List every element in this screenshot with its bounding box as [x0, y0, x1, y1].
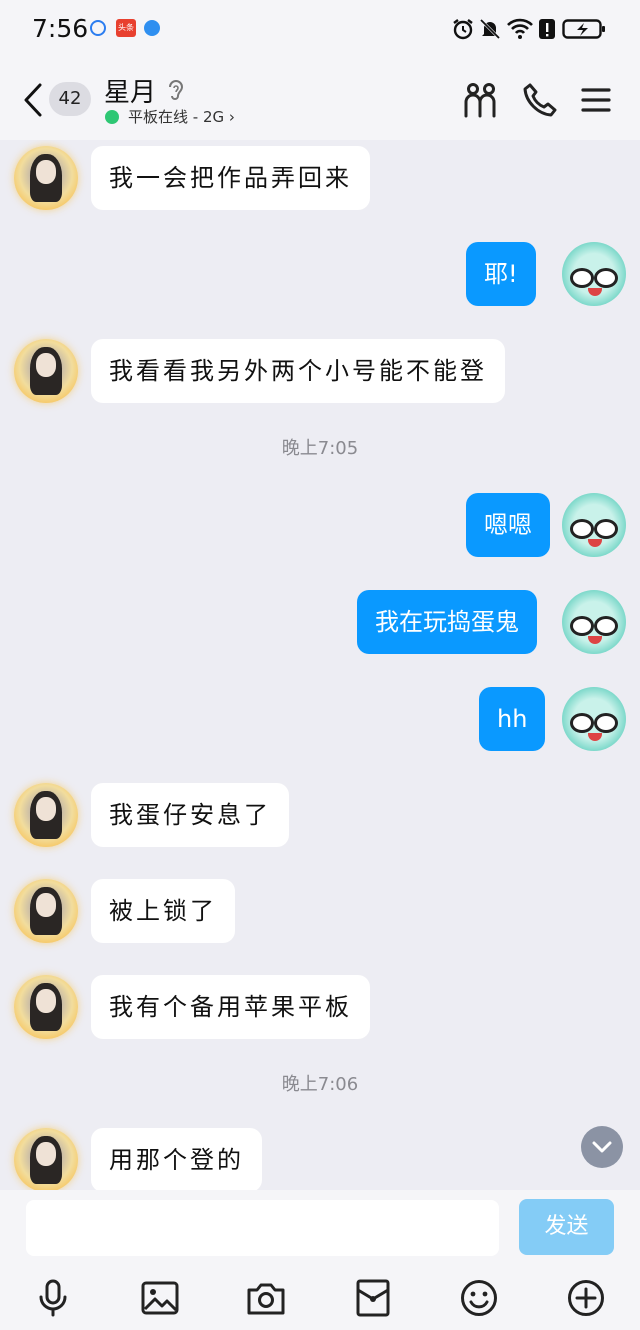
message-input[interactable]	[26, 1200, 499, 1256]
timestamp-separator: 晚上7:05	[281, 438, 359, 459]
battery-charging-icon	[562, 19, 605, 39]
my-avatar[interactable]	[562, 687, 626, 751]
ear-icon	[169, 80, 184, 100]
back-button[interactable]: 42	[18, 78, 98, 122]
contact-avatar[interactable]	[14, 146, 78, 210]
timestamp-separator: 晚上7:06	[281, 1074, 359, 1095]
message-bubble-sent[interactable]: 嗯嗯	[466, 493, 550, 557]
contact-avatar[interactable]	[14, 783, 78, 847]
toutiao-app-icon: 头条	[116, 19, 136, 37]
online-status[interactable]: 平板在线 - 2G ›	[128, 106, 235, 127]
contact-avatar[interactable]	[14, 339, 78, 403]
my-avatar[interactable]	[562, 590, 626, 654]
mute-icon	[479, 18, 501, 40]
contact-name[interactable]: 星月	[104, 72, 156, 109]
menu-button[interactable]	[576, 80, 616, 120]
my-avatar[interactable]	[562, 242, 626, 306]
group-members-button[interactable]	[461, 80, 501, 120]
message-bubble-sent[interactable]: 我在玩捣蛋鬼	[357, 590, 537, 654]
message-bubble-received[interactable]: 我一会把作品弄回来	[91, 146, 370, 210]
scroll-to-bottom-button[interactable]	[581, 1126, 623, 1168]
contact-avatar[interactable]	[14, 879, 78, 943]
chevron-down-icon	[592, 1141, 612, 1153]
camera-icon[interactable]	[246, 1278, 286, 1318]
browser-app-icon	[144, 20, 160, 36]
status-time: 7:56	[32, 14, 89, 43]
red-packet-icon[interactable]	[353, 1278, 393, 1318]
online-status-dot	[105, 110, 119, 124]
verified-app-icon	[90, 20, 106, 36]
message-list[interactable]: 我一会把作品弄回来 耶! 我看看我另外两个小号能不能登 晚上7:05 嗯嗯 我在…	[0, 140, 640, 1190]
input-bar: 发送	[0, 1190, 640, 1330]
alarm-icon	[453, 19, 473, 40]
send-button[interactable]: 发送	[519, 1199, 614, 1255]
emoji-icon[interactable]	[459, 1278, 499, 1318]
sim-alert-icon	[539, 19, 555, 39]
message-bubble-sent[interactable]: 耶!	[466, 242, 536, 306]
wifi-icon	[507, 18, 533, 39]
message-bubble-received[interactable]: 被上锁了	[91, 879, 235, 943]
mic-icon[interactable]	[33, 1278, 73, 1318]
message-bubble-received[interactable]: 我有个备用苹果平板	[91, 975, 370, 1039]
contact-avatar[interactable]	[14, 975, 78, 1039]
message-bubble-received[interactable]: 我看看我另外两个小号能不能登	[91, 339, 505, 403]
message-bubble-received[interactable]: 我蛋仔安息了	[91, 783, 289, 847]
my-avatar[interactable]	[562, 493, 626, 557]
chevron-left-icon	[24, 83, 42, 117]
image-icon[interactable]	[140, 1278, 180, 1318]
contact-avatar[interactable]	[14, 1128, 78, 1190]
status-bar: 7:56 头条	[0, 0, 640, 60]
message-bubble-received[interactable]: 用那个登的	[91, 1128, 262, 1190]
phone-call-button[interactable]	[520, 80, 560, 120]
message-bubble-sent[interactable]: hh	[479, 687, 546, 751]
unread-count-badge: 42	[49, 82, 91, 116]
chat-header: 42 星月 平板在线 - 2G ›	[0, 60, 640, 140]
plus-icon[interactable]	[566, 1278, 606, 1318]
